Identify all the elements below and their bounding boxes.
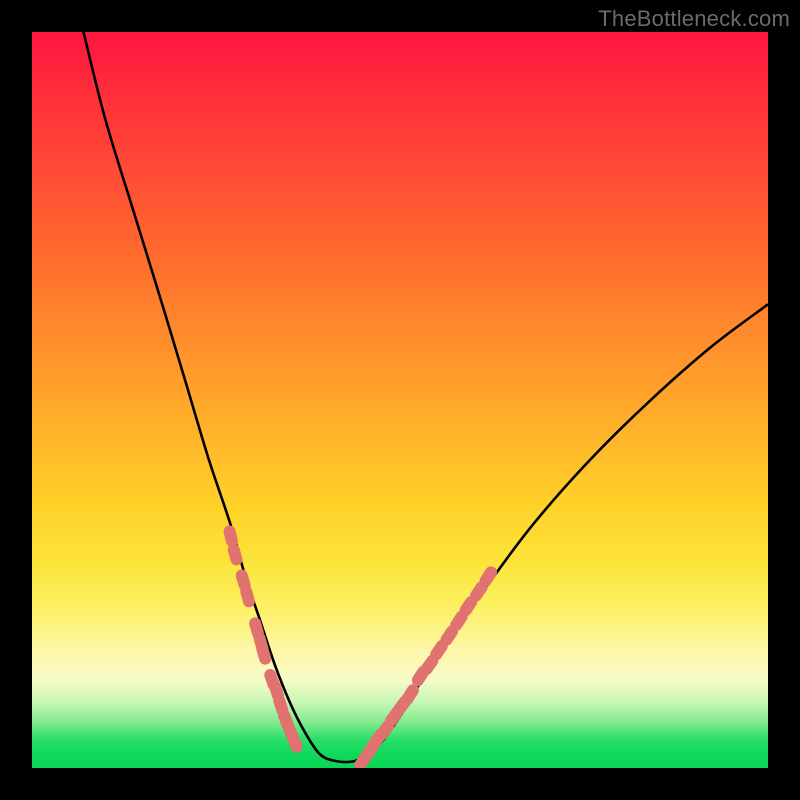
chart-frame: TheBottleneck.com <box>0 0 800 800</box>
chart-plot-area <box>32 32 768 768</box>
chart-svg <box>32 32 768 768</box>
dots-layer <box>222 524 499 768</box>
bottleneck-curve-path <box>84 32 769 762</box>
curve-layer <box>84 32 769 762</box>
watermark-text: TheBottleneck.com <box>598 6 790 32</box>
